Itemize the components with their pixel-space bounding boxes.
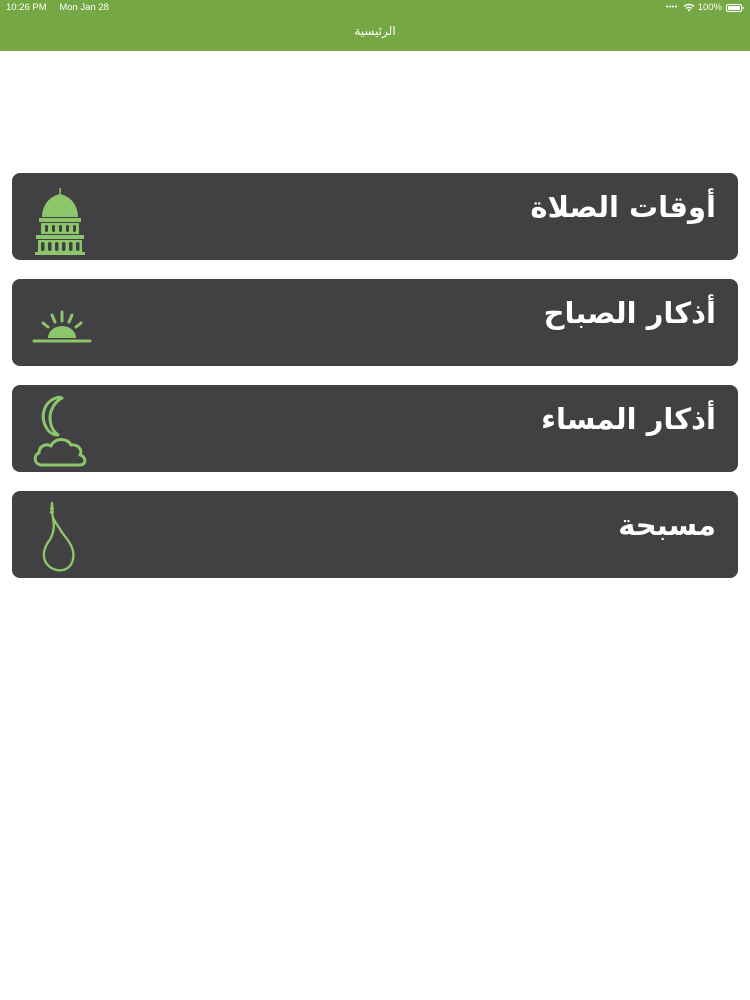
wifi-icon — [683, 3, 695, 12]
sunrise-icon — [22, 285, 98, 361]
main-menu: أوقات الصلاة أذكار الصباح أذكار المساء م… — [12, 173, 738, 597]
status-time: 10:26 PM — [6, 2, 47, 13]
prayer-beads-icon — [22, 497, 98, 573]
signal-dots-icon: •••• — [665, 4, 678, 11]
status-left: 10:26 PM Mon Jan 28 — [6, 2, 109, 13]
menu-item-evening-adhkar[interactable]: أذكار المساء — [12, 385, 738, 472]
moon-cloud-icon — [22, 391, 98, 467]
mosque-icon — [22, 179, 98, 255]
battery-icon — [726, 3, 744, 12]
status-date: Mon Jan 28 — [59, 2, 109, 13]
menu-item-label: مسبحة — [618, 508, 716, 542]
menu-item-morning-adhkar[interactable]: أذكار الصباح — [12, 279, 738, 366]
menu-item-prayer-times[interactable]: أوقات الصلاة — [12, 173, 738, 260]
menu-item-tasbih[interactable]: مسبحة — [12, 491, 738, 578]
navigation-header: 10:26 PM Mon Jan 28 •••• 100% الرئيسية — [0, 0, 750, 51]
status-bar: 10:26 PM Mon Jan 28 •••• 100% — [0, 0, 750, 14]
menu-item-label: أوقات الصلاة — [530, 190, 716, 224]
menu-item-label: أذكار الصباح — [543, 296, 716, 330]
status-right: •••• 100% — [666, 2, 744, 13]
page-title: الرئيسية — [354, 24, 396, 38]
menu-item-label: أذكار المساء — [541, 402, 716, 436]
battery-percent: 100% — [697, 2, 722, 13]
